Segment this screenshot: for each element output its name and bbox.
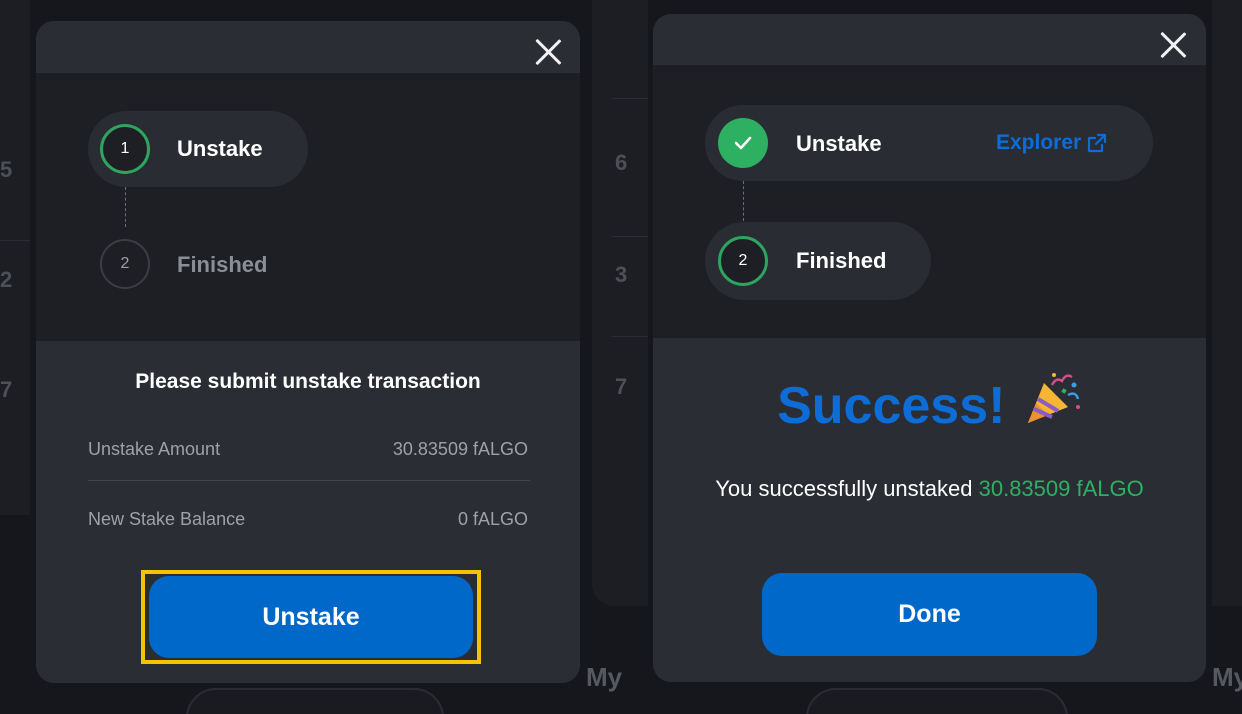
bg-panel-left bbox=[0, 0, 30, 515]
step-number-text: 1 bbox=[120, 140, 130, 157]
bg-search-pill bbox=[186, 688, 444, 714]
bg-panel-right bbox=[1212, 0, 1242, 606]
new-stake-balance-value: 0 fALGO bbox=[457, 509, 528, 529]
bg-number: 7 bbox=[615, 374, 628, 399]
success-unit: fALGO bbox=[1076, 476, 1144, 501]
success-title: Success! bbox=[653, 371, 1206, 436]
explorer-link-text: Explorer bbox=[996, 131, 1082, 154]
modal-header bbox=[36, 21, 580, 73]
modal-header bbox=[653, 14, 1206, 65]
success-message: You successfully unstaked 30.83509 fALGO bbox=[703, 470, 1156, 508]
step-number-text: 2 bbox=[120, 255, 130, 272]
close-icon[interactable] bbox=[1158, 30, 1188, 60]
transaction-panel: Please submit unstake transaction Unstak… bbox=[36, 341, 580, 683]
checkmark-icon bbox=[734, 136, 752, 150]
stepper: 1 Unstake 2 Finished bbox=[36, 73, 580, 341]
success-panel: Success! You successfully unstaked 30.83… bbox=[653, 338, 1206, 682]
bg-divider bbox=[0, 240, 30, 241]
stepper: Unstake Explorer 2 Finished bbox=[653, 65, 1206, 338]
bg-divider bbox=[612, 236, 648, 237]
success-amount: 30.83509 bbox=[978, 476, 1071, 501]
bg-divider bbox=[612, 98, 648, 99]
step-number-2: 2 bbox=[100, 239, 150, 289]
step-number-text: 2 bbox=[738, 252, 748, 269]
success-modal: Unstake Explorer 2 Finished Success! You… bbox=[653, 14, 1206, 682]
bg-search-pill bbox=[806, 688, 1068, 714]
bg-number: 5 bbox=[0, 157, 13, 182]
party-popper-icon bbox=[1027, 373, 1080, 423]
step-label-finished: Finished bbox=[177, 252, 268, 277]
unstake-button[interactable]: Unstake bbox=[149, 576, 473, 658]
bg-number: 2 bbox=[0, 267, 13, 292]
submit-title: Please submit unstake transaction bbox=[135, 370, 481, 393]
explorer-link[interactable]: Explorer bbox=[996, 131, 1107, 155]
bg-number: 6 bbox=[615, 150, 628, 175]
step-connector bbox=[743, 181, 744, 221]
bg-panel-middle bbox=[592, 0, 648, 606]
success-message-prefix: You successfully unstaked bbox=[715, 476, 973, 501]
bg-my-label: My bbox=[1212, 662, 1242, 692]
close-icon[interactable] bbox=[533, 37, 563, 67]
step-connector bbox=[125, 187, 126, 227]
step-label-unstake: Unstake bbox=[177, 136, 263, 161]
step-label-finished: Finished bbox=[796, 248, 887, 273]
step-complete bbox=[718, 118, 768, 168]
unstake-amount-label: Unstake Amount bbox=[88, 439, 221, 459]
done-button[interactable]: Done bbox=[762, 573, 1097, 656]
bg-number: 3 bbox=[615, 262, 628, 287]
bg-my-label: My bbox=[586, 662, 623, 692]
bg-number: 7 bbox=[0, 377, 13, 402]
bg-divider bbox=[612, 336, 648, 337]
unstake-amount-value: 30.83509 fALGO bbox=[392, 439, 528, 459]
success-title-text: Success! bbox=[777, 377, 1006, 435]
unstake-modal: 1 Unstake 2 Finished Please submit unsta… bbox=[36, 21, 580, 683]
external-link-icon bbox=[1088, 133, 1107, 153]
step-number-1: 1 bbox=[100, 124, 150, 174]
new-stake-balance-label: New Stake Balance bbox=[88, 509, 246, 529]
row-divider bbox=[88, 480, 530, 481]
step-label-unstake: Unstake bbox=[796, 131, 882, 156]
step-number-2: 2 bbox=[718, 236, 768, 286]
